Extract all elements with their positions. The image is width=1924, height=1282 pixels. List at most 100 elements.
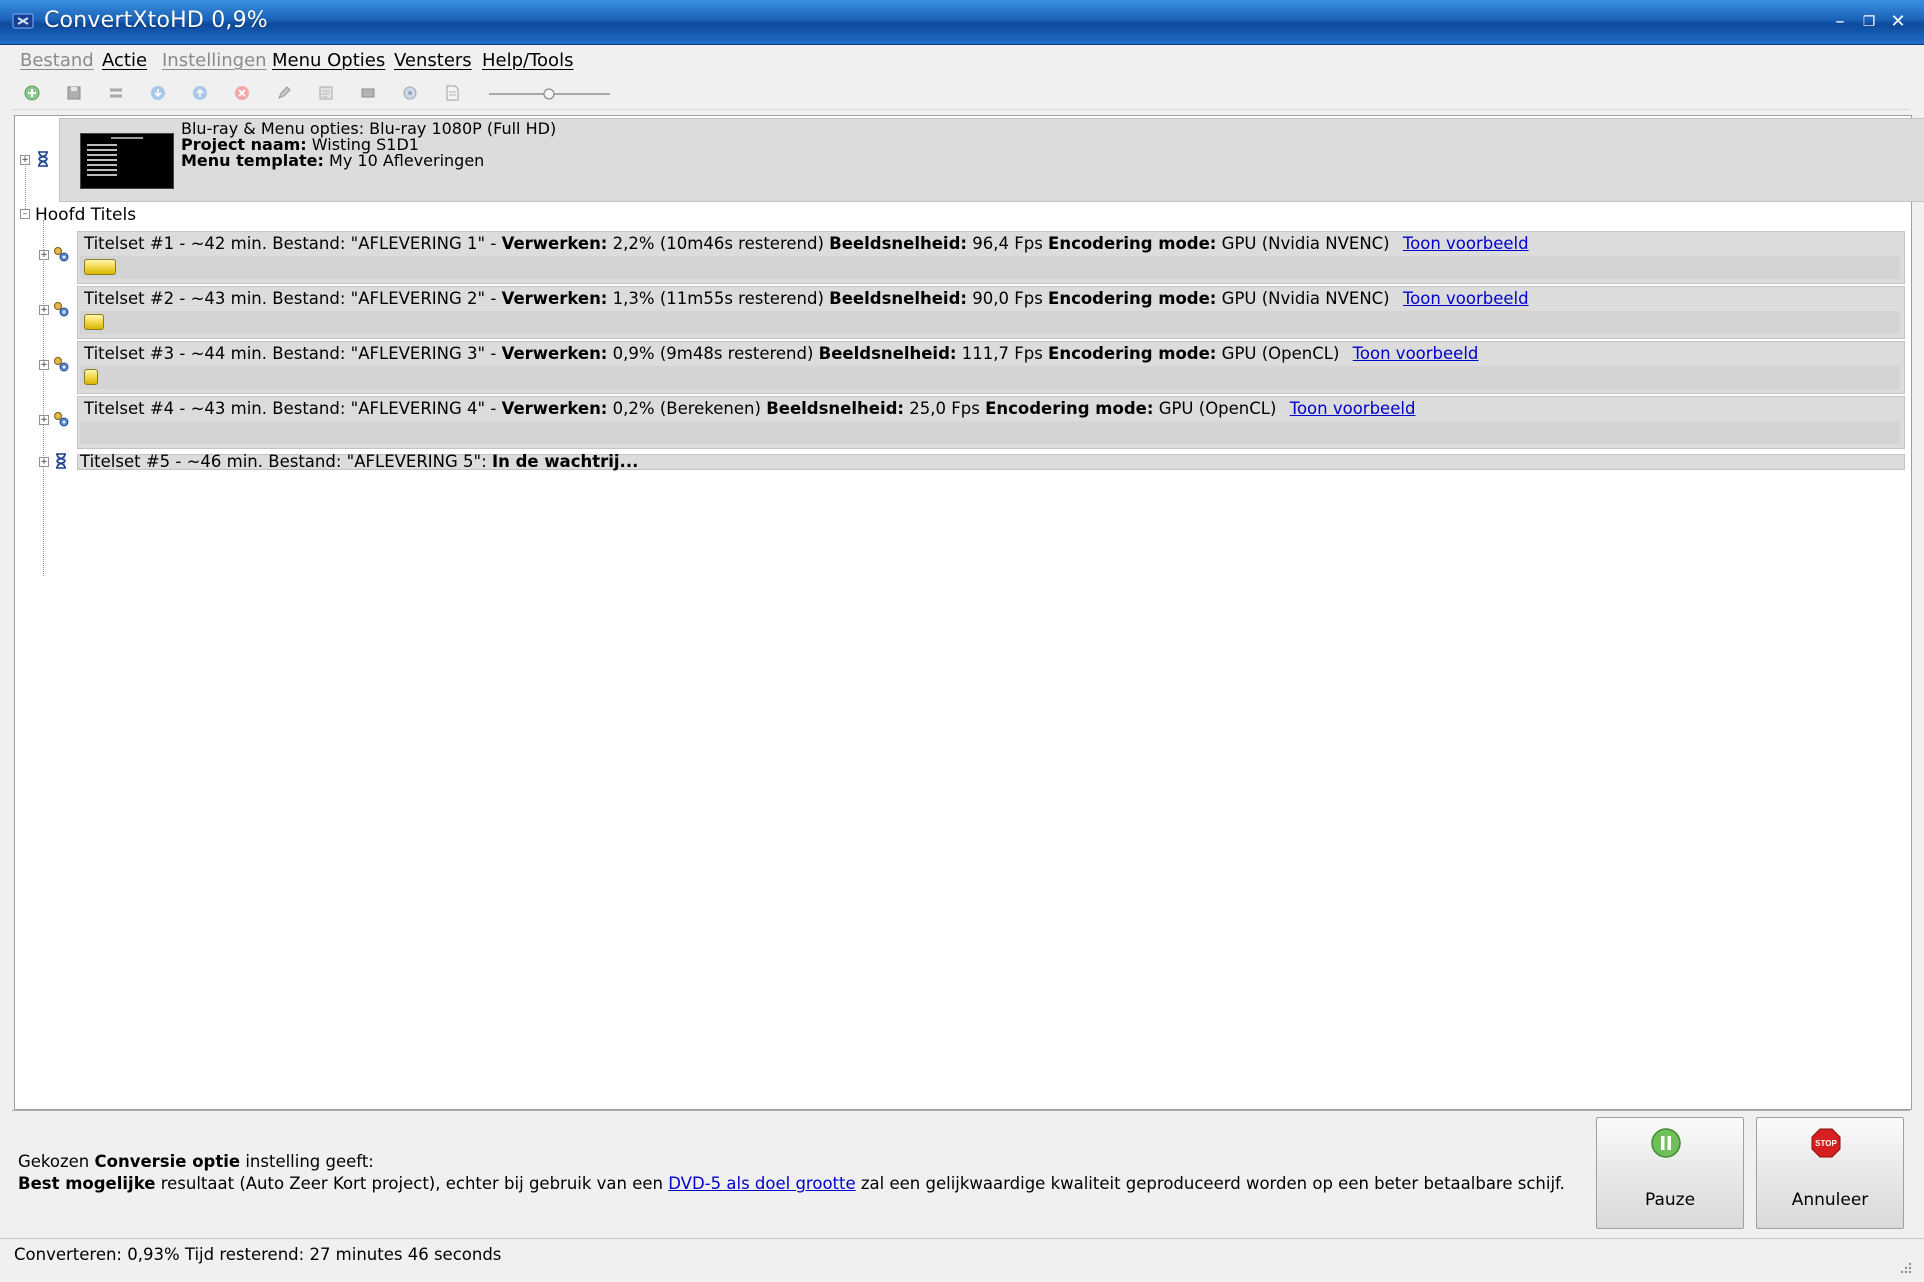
encoding-mode-value: GPU (OpenCL) (1153, 399, 1277, 418)
titleset-info: Titelset #4 - ~43 min. Bestand: "AFLEVER… (84, 399, 1415, 418)
progress-track (80, 366, 1900, 389)
titleset-description: Titelset #5 - ~46 min. Bestand: "AFLEVER… (80, 452, 492, 471)
window-title: ConvertXtoHD 0,9% (44, 8, 268, 33)
resize-grip-icon[interactable] (1898, 1260, 1912, 1274)
encoding-gear-icon (54, 247, 69, 262)
status-text: Converteren: 0,93% Tijd resterend: 27 mi… (14, 1245, 502, 1264)
disc-options-row[interactable]: Blu-ray & Menu opties: Blu-ray 1080P (Fu… (59, 118, 1924, 202)
save-icon[interactable] (64, 83, 84, 103)
advice-line-1: Gekozen Conversie optie instelling geeft… (18, 1151, 1565, 1173)
pause-label: Pauze (1644, 1190, 1696, 1210)
framerate-label: Beeldsnelheid: (766, 399, 905, 418)
advice-line-2: Best mogelijke resultaat (Auto Zeer Kort… (18, 1173, 1565, 1195)
titleset-row[interactable]: Titelset #3 - ~44 min. Bestand: "AFLEVER… (77, 341, 1905, 394)
menu-help-tools[interactable]: Help/Tools (482, 50, 573, 71)
expand-disc-toggle[interactable]: + (20, 155, 30, 165)
menu-template-line: Menu template: My 10 Afleveringen (181, 153, 556, 169)
processing-label: Verwerken: (501, 399, 608, 418)
main-titles-label[interactable]: Hoofd Titels (35, 205, 136, 225)
progress-bar (84, 314, 104, 330)
titleset-row[interactable]: Titelset #4 - ~43 min. Bestand: "AFLEVER… (77, 396, 1905, 449)
queue-status: In de wachtrij... (491, 452, 639, 471)
framerate-value: 96,4 Fps (967, 234, 1049, 253)
progress-track (80, 421, 1900, 444)
properties-icon[interactable] (316, 83, 336, 103)
encoding-gear-icon (54, 412, 69, 427)
close-button[interactable]: ✕ (1886, 10, 1910, 34)
status-bar: Converteren: 0,93% Tijd resterend: 27 mi… (0, 1238, 1924, 1282)
cancel-label: Annuleer (1791, 1190, 1869, 1210)
zoom-slider-thumb[interactable] (543, 88, 555, 100)
progress-bar (84, 259, 116, 275)
conversion-info-panel: Gekozen Conversie optie instelling geeft… (12, 1110, 1910, 1236)
processing-value: 2,2% (10m46s resterend) (607, 234, 830, 253)
cancel-button[interactable]: STOP Annuleer (1756, 1117, 1904, 1229)
convert-icon[interactable] (106, 83, 126, 103)
titleset-info: Titelset #3 - ~44 min. Bestand: "AFLEVER… (84, 344, 1478, 363)
show-preview-link[interactable]: Toon voorbeeld (1353, 344, 1479, 363)
subtitle-icon[interactable] (442, 83, 462, 103)
expand-titleset-2-toggle[interactable]: + (39, 305, 49, 315)
project-tree: + Blu-ray & Menu opties: Blu-ray 1080P (… (14, 115, 1924, 1110)
titleset-info: Titelset #2 - ~43 min. Bestand: "AFLEVER… (84, 289, 1529, 308)
menu-menu-opties[interactable]: Menu Opties (272, 50, 385, 71)
menu-bar: Bestand Actie Instellingen Menu Opties V… (0, 45, 1924, 75)
expand-titleset-3-toggle[interactable]: + (39, 360, 49, 370)
expand-titleset-5-toggle[interactable]: + (39, 457, 49, 467)
stop-sign-text: STOP (1815, 1139, 1837, 1148)
advice-bold-text: Best mogelijke (18, 1174, 156, 1193)
app-logo-icon (12, 13, 34, 29)
expand-titleset-4-toggle[interactable]: + (39, 415, 49, 425)
encoding-mode-value: GPU (OpenCL) (1216, 344, 1340, 363)
video-icon[interactable] (358, 83, 378, 103)
advice-text: instelling geeft: (240, 1152, 374, 1171)
show-preview-link[interactable]: Toon voorbeeld (1403, 234, 1529, 253)
menu-bestand[interactable]: Bestand (20, 50, 94, 71)
titleset-row-queued[interactable]: Titelset #5 - ~46 min. Bestand: "AFLEVER… (77, 452, 1905, 471)
menu-actie[interactable]: Actie (102, 50, 147, 71)
move-down-icon[interactable] (148, 83, 168, 103)
titleset-row[interactable]: Titelset #2 - ~43 min. Bestand: "AFLEVER… (77, 286, 1905, 339)
advice-text: resultaat (Auto Zeer Kort project), echt… (155, 1174, 669, 1193)
app-window: ConvertXtoHD 0,9% – ❐ ✕ Bestand Actie In… (0, 0, 1924, 1282)
progress-track (80, 311, 1900, 334)
tree-connector (25, 160, 26, 209)
move-up-icon[interactable] (190, 83, 210, 103)
processing-label: Verwerken: (501, 289, 608, 308)
dvd5-target-size-link[interactable]: DVD-5 als doel grootte (668, 1174, 855, 1193)
menu-template-thumbnail[interactable] (80, 133, 174, 189)
delete-icon[interactable] (232, 83, 252, 103)
show-preview-link[interactable]: Toon voorbeeld (1290, 399, 1416, 418)
collapse-main-titles-toggle[interactable]: – (20, 209, 30, 219)
menu-vensters[interactable]: Vensters (394, 50, 472, 71)
add-icon[interactable] (22, 83, 42, 103)
minimize-button[interactable]: – (1828, 10, 1852, 34)
toolbar (12, 77, 1910, 110)
framerate-value: 111,7 Fps (956, 344, 1049, 363)
stop-sign-icon: STOP (1811, 1128, 1841, 1158)
disc-info: Blu-ray & Menu opties: Blu-ray 1080P (Fu… (181, 121, 556, 169)
show-preview-link[interactable]: Toon voorbeeld (1403, 289, 1529, 308)
framerate-label: Beeldsnelheid: (818, 344, 957, 363)
encoding-mode-label: Encodering mode: (1048, 344, 1217, 363)
titleset-description: Titelset #3 - ~44 min. Bestand: "AFLEVER… (84, 344, 502, 363)
processing-value: 0,9% (9m48s resterend) (607, 344, 819, 363)
conversion-advice: Gekozen Conversie optie instelling geeft… (18, 1151, 1565, 1195)
processing-label: Verwerken: (501, 234, 608, 253)
titleset-row[interactable]: Titelset #1 - ~42 min. Bestand: "AFLEVER… (77, 231, 1905, 284)
title-bar[interactable]: ConvertXtoHD 0,9% – ❐ ✕ (0, 0, 1924, 45)
menu-template-value: My 10 Afleveringen (329, 151, 485, 170)
pause-button[interactable]: Pauze (1596, 1117, 1744, 1229)
expand-titleset-1-toggle[interactable]: + (39, 250, 49, 260)
encoding-mode-label: Encodering mode: (985, 399, 1154, 418)
titleset-description: Titelset #4 - ~43 min. Bestand: "AFLEVER… (84, 399, 502, 418)
menu-template-label: Menu template: (181, 151, 324, 170)
edit-icon[interactable] (274, 83, 294, 103)
menu-instellingen[interactable]: Instellingen (162, 50, 267, 71)
encoding-mode-label: Encodering mode: (1048, 234, 1217, 253)
titleset-description: Titelset #2 - ~43 min. Bestand: "AFLEVER… (84, 289, 502, 308)
audio-icon[interactable] (400, 83, 420, 103)
processing-value: 0,2% (Berekenen) (607, 399, 767, 418)
maximize-button[interactable]: ❐ (1857, 10, 1881, 34)
zoom-slider[interactable] (487, 88, 612, 100)
